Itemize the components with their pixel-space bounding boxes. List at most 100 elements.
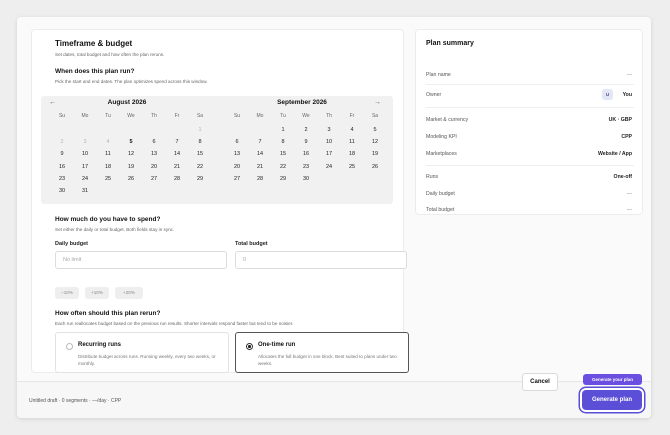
calendar-day[interactable]: 24 xyxy=(74,176,96,182)
calendar-day[interactable]: 3 xyxy=(318,127,340,133)
total-budget-input[interactable] xyxy=(235,251,407,269)
calendar-day[interactable]: 12 xyxy=(120,151,142,157)
calendar-day[interactable]: 12 xyxy=(364,139,386,145)
calendar-day[interactable]: 27 xyxy=(226,176,248,182)
calendar-day[interactable]: 17 xyxy=(74,164,96,170)
calendar-day[interactable]: 27 xyxy=(143,176,165,182)
calendar-day: 1 xyxy=(198,127,202,133)
plan-summary-card: Plan summary Plan name — Owner U You Mar… xyxy=(415,29,643,215)
chip-plus-10[interactable]: +10% xyxy=(85,287,109,299)
weekday-label: We xyxy=(302,113,310,119)
calendar-day[interactable]: 2 xyxy=(295,127,317,133)
calendar-day[interactable]: 6 xyxy=(143,139,165,145)
calendar-day[interactable]: 23 xyxy=(295,164,317,170)
option-title: Recurring runs xyxy=(78,342,122,348)
total-budget-summary-value: — xyxy=(626,207,632,213)
calendar-day[interactable]: 23 xyxy=(51,176,73,182)
calendar-day[interactable]: 16 xyxy=(51,164,73,170)
calendar-day: 2 xyxy=(60,139,64,146)
calendar-day[interactable]: 13 xyxy=(226,151,248,157)
calendar-day[interactable]: 24 xyxy=(318,164,340,170)
option-description: Distribute budget across runs. Running w… xyxy=(78,354,216,366)
calendar-day[interactable]: 22 xyxy=(189,164,211,170)
calendar-day[interactable]: 14 xyxy=(166,151,188,157)
calendar-day[interactable]: 15 xyxy=(272,151,294,157)
calendar-day[interactable]: 4 xyxy=(341,127,363,133)
calendar-day[interactable]: 1 xyxy=(272,127,294,133)
timeframe-card: Timeframe & budget Set dates, total budg… xyxy=(31,29,409,373)
month-title: August 2026 xyxy=(107,99,147,106)
calendar-day[interactable]: 17 xyxy=(318,151,340,157)
calendar-day[interactable]: 13 xyxy=(143,151,165,157)
owner-label: Owner xyxy=(426,92,442,98)
calendar-day[interactable]: 29 xyxy=(189,176,211,182)
calendar-day[interactable]: 21 xyxy=(166,164,188,170)
calendar-day[interactable]: 28 xyxy=(249,176,271,182)
calendar-day[interactable]: 30 xyxy=(51,188,73,194)
month-title: September 2026 xyxy=(277,99,327,106)
market-value: UK · GBP xyxy=(608,117,632,123)
radio-recurring[interactable] xyxy=(66,343,73,350)
calendar-day[interactable]: 19 xyxy=(120,164,142,170)
calendar-day[interactable]: 16 xyxy=(295,151,317,157)
calendar-day[interactable]: 20 xyxy=(226,164,248,170)
calendar-day[interactable]: 7 xyxy=(166,139,188,145)
calendar-day[interactable]: 15 xyxy=(189,151,211,157)
marketplaces-label: Marketplaces xyxy=(426,151,457,157)
calendar-day[interactable]: 30 xyxy=(295,176,317,182)
weekday-label: Mo xyxy=(81,113,89,119)
calendar-day[interactable]: 20 xyxy=(143,164,165,170)
weekday-label: Fr xyxy=(174,113,180,119)
calendar-day[interactable]: 29 xyxy=(272,176,294,182)
calendar-day[interactable]: 21 xyxy=(249,164,271,170)
generate-plan-button[interactable]: Generate plan xyxy=(582,390,642,410)
calendar-day[interactable]: 9 xyxy=(51,151,73,157)
calendar-day[interactable]: 19 xyxy=(364,151,386,157)
kpi-label: Modeling KPI xyxy=(426,134,457,140)
plan-dialog: Timeframe & budget Set dates, total budg… xyxy=(17,17,651,418)
option-description: Allocates the full budget in one block. … xyxy=(258,354,397,366)
calendar-day[interactable]: 31 xyxy=(74,188,96,194)
calendar-day[interactable]: 6 xyxy=(226,139,248,145)
weekday-label: Sa xyxy=(371,113,379,119)
calendar-day[interactable]: 11 xyxy=(341,139,363,145)
calendar-day[interactable]: 9 xyxy=(295,139,317,145)
option-recurring-runs[interactable]: Recurring runs Distribute budget across … xyxy=(55,332,229,373)
calendar-day[interactable]: 26 xyxy=(120,176,142,182)
calendar-day[interactable]: 7 xyxy=(249,139,271,145)
chip-minus-10[interactable]: −10% xyxy=(55,287,79,299)
weekday-label: Sa xyxy=(196,113,204,119)
spend-hint: Set either the daily or total budget. Bo… xyxy=(55,227,175,232)
calendar-day[interactable]: 11 xyxy=(97,151,119,157)
calendar-day[interactable]: 25 xyxy=(341,164,363,170)
calendar-day[interactable]: 14 xyxy=(249,151,271,157)
weekday-label: Tu xyxy=(105,113,111,119)
total-budget-label: Total budget xyxy=(235,241,268,247)
plan-name-value: — xyxy=(626,72,632,78)
generate-tooltip: Generate your plan xyxy=(583,374,642,385)
weekday-label: Th xyxy=(151,113,157,119)
calendar-day[interactable]: 5 xyxy=(120,139,142,145)
calendar-day[interactable]: 10 xyxy=(318,139,340,145)
option-one-time-run[interactable]: One-time run Allocates the full budget i… xyxy=(235,332,409,373)
spend-question: How much do you have to spend? xyxy=(55,216,161,223)
calendar-day[interactable]: 8 xyxy=(272,139,294,145)
daily-budget-input[interactable] xyxy=(55,251,227,269)
market-label: Market & currency xyxy=(426,117,469,123)
radio-one-time[interactable] xyxy=(246,343,253,350)
calendar-day[interactable]: 22 xyxy=(272,164,294,170)
calendar-day[interactable]: 18 xyxy=(341,151,363,157)
weekday-label: Su xyxy=(58,113,66,119)
calendar-day[interactable]: 10 xyxy=(74,151,96,157)
calendar-day[interactable]: 18 xyxy=(97,164,119,170)
rerun-hint: Each run reallocates budget based on the… xyxy=(55,321,294,326)
calendar-day[interactable]: 5 xyxy=(364,127,386,133)
marketplaces-value: Website / App xyxy=(597,151,632,157)
cancel-button[interactable]: Cancel xyxy=(522,373,558,391)
calendar-day[interactable]: 28 xyxy=(166,176,188,182)
option-title: One-time run xyxy=(258,342,296,348)
calendar-day[interactable]: 26 xyxy=(364,164,386,170)
chip-plus-20[interactable]: +20% xyxy=(115,287,143,299)
calendar-day[interactable]: 8 xyxy=(189,139,211,145)
calendar-day[interactable]: 25 xyxy=(97,176,119,182)
